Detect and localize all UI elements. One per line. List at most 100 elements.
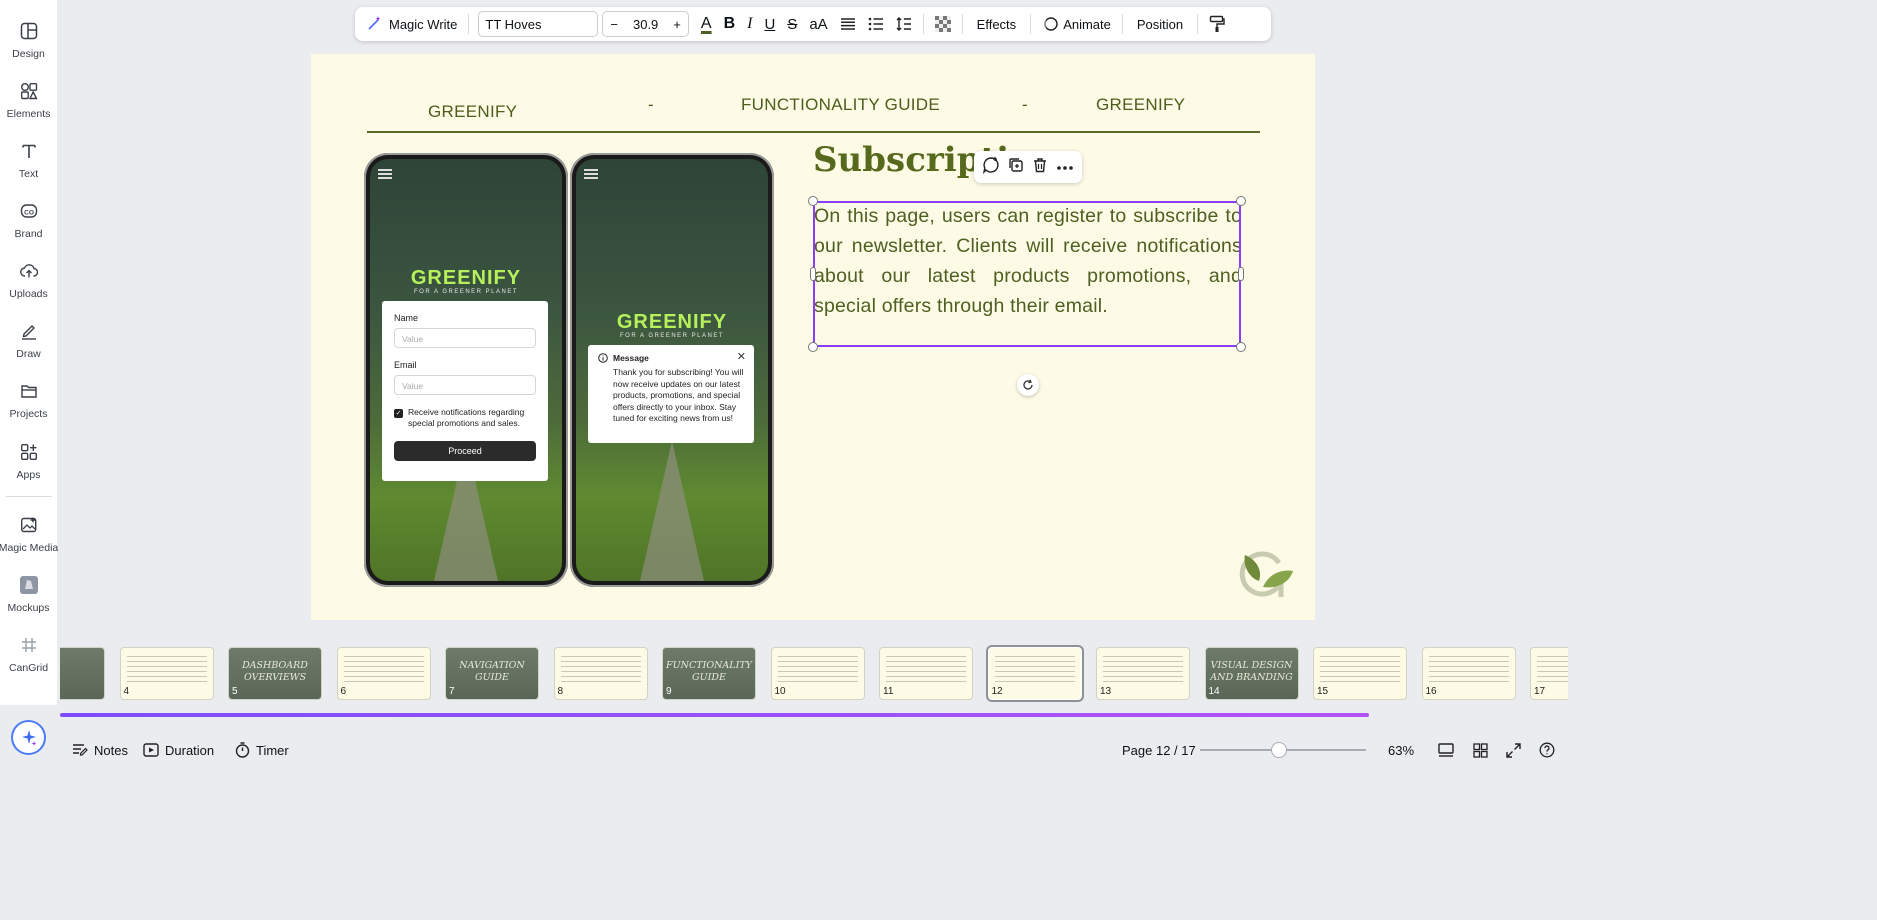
font-size-input[interactable]: 30.9 xyxy=(625,17,666,32)
grid-view-button[interactable] xyxy=(1473,740,1488,760)
animate-label: Animate xyxy=(1063,16,1111,32)
thumbnail-caption: NAVIGATION GUIDE xyxy=(459,660,525,683)
thumbnail-preview xyxy=(1320,656,1400,686)
text-format-toolbar: Magic Write TT Hoves − 30.9 + A B I U S … xyxy=(355,7,1271,41)
greenify-logo: GREENIFY xyxy=(616,311,728,333)
sidebar-item-label: Apps xyxy=(16,469,41,481)
slide-canvas[interactable]: GREENIFY - FUNCTIONALITY GUIDE - GREENIF… xyxy=(311,54,1315,620)
duration-icon xyxy=(143,743,159,757)
page-thumbnail[interactable]: 11 xyxy=(879,647,973,700)
resize-handle-right[interactable] xyxy=(1238,267,1244,281)
comment-add-icon[interactable] xyxy=(982,156,1000,179)
underline-button[interactable]: U xyxy=(758,10,781,38)
sidebar-item-elements[interactable]: Elements xyxy=(0,74,57,130)
close-icon[interactable]: ✕ xyxy=(737,350,746,363)
page-thumbnail[interactable]: FUNCTIONALITY GUIDE 9 xyxy=(662,647,756,700)
name-field[interactable]: Value xyxy=(394,328,536,348)
timer-button[interactable]: Timer xyxy=(235,740,289,760)
sidebar-item-text[interactable]: Text xyxy=(0,134,57,190)
font-family-select[interactable]: TT Hoves xyxy=(478,11,599,37)
italic-button[interactable]: I xyxy=(741,10,758,38)
page-thumbnail[interactable]: VISUAL DESIGN AND BRANDING 14 xyxy=(1204,647,1299,700)
zoom-slider-handle[interactable] xyxy=(1271,742,1287,758)
thumbnail-preview xyxy=(1428,656,1509,686)
elements-icon xyxy=(18,80,40,102)
page-thumbnail[interactable]: 4 xyxy=(119,647,214,700)
page-thumbnail[interactable]: DASHBOARD OVERVIEWS 5 xyxy=(228,647,322,700)
phone-mockup-confirmation[interactable]: GREENIFY FOR A GREENER PLANET Message Th… xyxy=(570,153,774,587)
sidebar-item-design[interactable]: Design xyxy=(0,14,57,70)
sidebar-item-draw[interactable]: Draw xyxy=(0,314,57,370)
notifications-checkbox-label: Receive notifications regarding special … xyxy=(408,407,525,428)
notes-button[interactable]: Notes xyxy=(72,740,128,760)
page-thumbnail[interactable]: 8 xyxy=(553,647,648,700)
resize-handle-top-right[interactable] xyxy=(1236,196,1246,206)
path-image xyxy=(640,441,704,581)
page-thumbnail[interactable]: 17 xyxy=(1530,647,1568,700)
page-thumbnail[interactable]: 13 xyxy=(1096,647,1190,700)
font-size-increase-button[interactable]: + xyxy=(666,17,688,32)
animate-button[interactable]: Animate xyxy=(1036,10,1117,38)
help-icon xyxy=(1539,742,1555,758)
list-button[interactable] xyxy=(862,10,890,38)
message-dialog: Message Thank you for subscribing! You w… xyxy=(588,345,754,443)
strikethrough-button[interactable]: S xyxy=(781,10,803,38)
transparency-button[interactable] xyxy=(929,10,957,38)
sidebar-item-brand[interactable]: CO Brand xyxy=(0,194,57,250)
duplicate-icon[interactable] xyxy=(1008,157,1024,178)
letter-case-button[interactable]: aA xyxy=(803,10,833,38)
message-body: Thank you for subscribing! You will now … xyxy=(613,367,744,423)
design-icon xyxy=(18,20,40,42)
bold-button[interactable]: B xyxy=(718,10,742,38)
sidebar-item-projects[interactable]: Projects xyxy=(0,374,57,430)
sidebar-item-label: Design xyxy=(12,48,45,60)
copy-style-button[interactable] xyxy=(1203,10,1231,38)
thumbnail-scroll-progress[interactable] xyxy=(60,713,1369,717)
sidebar-item-label: Magic Media xyxy=(0,542,59,554)
rotate-handle[interactable] xyxy=(1017,374,1039,396)
page-thumbnail[interactable]: 16 xyxy=(1421,647,1516,700)
page-thumbnail[interactable]: 10 xyxy=(770,647,865,700)
trash-icon[interactable] xyxy=(1032,157,1048,178)
font-size-decrease-button[interactable]: − xyxy=(603,17,625,32)
page-indicator[interactable]: Page 12 / 17 xyxy=(1122,740,1196,760)
magic-write-button[interactable]: Magic Write xyxy=(361,10,463,38)
pages-view-button[interactable] xyxy=(1438,740,1454,760)
fullscreen-button[interactable] xyxy=(1506,740,1521,760)
thumbnail-caption: DASHBOARD OVERVIEWS xyxy=(242,660,308,683)
duration-button[interactable]: Duration xyxy=(143,740,214,760)
duration-label: Duration xyxy=(165,742,215,758)
more-options-icon[interactable] xyxy=(1056,158,1074,176)
position-button[interactable]: Position xyxy=(1128,10,1192,38)
email-field[interactable]: Value xyxy=(394,375,536,395)
resize-handle-top-left[interactable] xyxy=(808,196,818,206)
proceed-button[interactable]: Proceed xyxy=(394,441,536,461)
line-spacing-icon xyxy=(896,17,911,31)
text-color-button[interactable]: A xyxy=(695,10,718,38)
page-thumbnails: 4 DASHBOARD OVERVIEWS 5 6 NAVIGATION GUIDE 7 8… xyxy=(60,640,1568,706)
effects-button[interactable]: Effects xyxy=(968,10,1026,38)
thumbnail-page-number: 4 xyxy=(123,686,130,697)
notifications-checkbox[interactable]: ✓ xyxy=(394,409,403,418)
page-thumbnail[interactable] xyxy=(60,647,105,700)
help-button[interactable] xyxy=(1539,740,1555,760)
align-button[interactable] xyxy=(834,10,862,38)
page-thumbnail[interactable]: NAVIGATION GUIDE 7 xyxy=(445,647,539,700)
sidebar-item-cangrid[interactable]: CanGrid xyxy=(0,628,57,684)
header-left: GREENIFY xyxy=(428,102,518,121)
sidebar-item-uploads[interactable]: Uploads xyxy=(0,254,57,310)
notes-icon xyxy=(73,744,88,756)
resize-handle-left[interactable] xyxy=(810,267,816,281)
zoom-level[interactable]: 63% xyxy=(1388,740,1414,760)
sidebar-item-mockups[interactable]: Mockups xyxy=(0,568,57,624)
page-thumbnail[interactable]: 15 xyxy=(1313,647,1407,700)
sidebar-item-label: Elements xyxy=(6,108,51,120)
sidebar-item-magic-media[interactable]: Magic Media xyxy=(0,508,59,564)
spacing-button[interactable] xyxy=(890,10,918,38)
resize-handle-bottom-left[interactable] xyxy=(808,342,818,352)
page-thumbnail[interactable]: 12 xyxy=(987,647,1082,700)
resize-handle-bottom-right[interactable] xyxy=(1236,342,1246,352)
page-thumbnail[interactable]: 6 xyxy=(336,647,431,700)
phone-mockup-signup[interactable]: GREENIFY FOR A GREENER PLANET Name Value… xyxy=(364,153,568,587)
sidebar-item-apps[interactable]: Apps xyxy=(0,435,57,491)
